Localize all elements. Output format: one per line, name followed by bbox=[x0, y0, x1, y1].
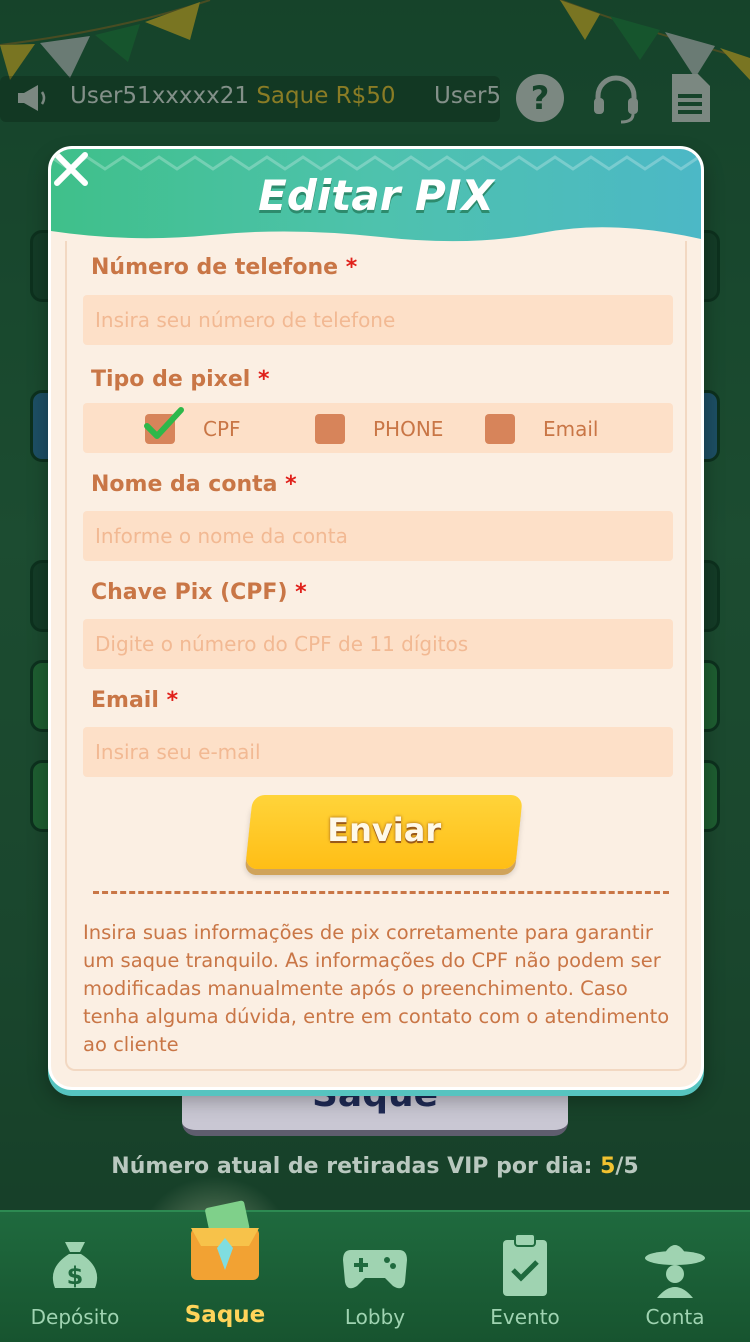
checkbox-email[interactable] bbox=[485, 414, 515, 444]
pixel-type-phone-option[interactable]: PHONE bbox=[315, 414, 444, 444]
account-name-input[interactable] bbox=[83, 511, 673, 561]
nav-item-evento[interactable]: Evento bbox=[450, 1212, 600, 1342]
pix-key-label: Chave Pix (CPF) * bbox=[91, 580, 307, 605]
vip-total: /5 bbox=[615, 1154, 639, 1179]
check-icon bbox=[144, 407, 184, 439]
email-input[interactable] bbox=[83, 727, 673, 777]
edit-pix-modal: Editar PIX Número de telefone * Tipo de … bbox=[48, 146, 704, 1090]
pixel-type-email-option[interactable]: Email bbox=[485, 414, 599, 444]
vip-current: 5 bbox=[600, 1154, 616, 1179]
nav-label: Lobby bbox=[344, 1305, 406, 1329]
nav-item-saque[interactable]: Saque bbox=[150, 1200, 300, 1342]
sombrero-icon bbox=[645, 1245, 705, 1298]
gamepad-icon bbox=[343, 1250, 407, 1289]
pix-key-label-text: Chave Pix (CPF) bbox=[91, 580, 288, 605]
nav-item-lobby[interactable]: Lobby bbox=[300, 1212, 450, 1342]
phone-label-text: Número de telefone bbox=[91, 255, 339, 280]
clipboard-check-icon bbox=[503, 1233, 547, 1296]
required-mark: * bbox=[295, 580, 307, 605]
checkbox-cpf[interactable] bbox=[144, 407, 184, 444]
vip-withdrawals-line: Número atual de retiradas VIP por dia: 5… bbox=[0, 1154, 750, 1179]
email-label: Email * bbox=[91, 688, 178, 713]
svg-text:$: $ bbox=[67, 1262, 84, 1290]
account-name-label-text: Nome da conta bbox=[91, 472, 278, 497]
pixel-type-options: CPF PHONE Email bbox=[83, 403, 673, 453]
submit-button-label: Enviar bbox=[327, 811, 442, 849]
required-mark: * bbox=[285, 472, 297, 497]
nav-label: Evento bbox=[490, 1305, 560, 1329]
option-label-phone: PHONE bbox=[373, 417, 444, 441]
required-mark: * bbox=[258, 367, 270, 392]
nav-label: Depósito bbox=[30, 1305, 120, 1329]
bottom-nav: $ Depósito Saque Lobby Evento Conta bbox=[0, 1200, 750, 1342]
nav-item-conta[interactable]: Conta bbox=[600, 1212, 750, 1342]
nav-item-deposito[interactable]: $ Depósito bbox=[0, 1212, 150, 1342]
required-mark: * bbox=[166, 688, 179, 713]
phone-label: Número de telefone * bbox=[91, 255, 357, 280]
option-label-email: Email bbox=[543, 417, 599, 441]
pix-key-input[interactable] bbox=[83, 619, 673, 669]
phone-input[interactable] bbox=[83, 295, 673, 345]
account-name-label: Nome da conta * bbox=[91, 472, 297, 497]
option-label-cpf: CPF bbox=[203, 417, 241, 441]
pixel-type-label-text: Tipo de pixel bbox=[91, 367, 251, 392]
required-mark: * bbox=[345, 255, 358, 280]
money-bag-icon: $ bbox=[52, 1242, 98, 1290]
email-label-text: Email bbox=[91, 688, 159, 713]
nav-label: Saque bbox=[184, 1302, 266, 1328]
submit-button[interactable]: Enviar bbox=[245, 795, 523, 869]
checkbox-phone[interactable] bbox=[315, 414, 345, 444]
modal-header: Editar PIX bbox=[51, 149, 701, 245]
close-icon[interactable] bbox=[51, 149, 91, 189]
nav-label: Conta bbox=[645, 1305, 705, 1329]
pix-info-note: Insira suas informações de pix corretame… bbox=[83, 921, 670, 1056]
wallet-icon bbox=[191, 1200, 259, 1280]
pixel-type-label: Tipo de pixel * bbox=[91, 367, 270, 392]
pixel-type-cpf-option[interactable]: CPF bbox=[144, 407, 241, 444]
divider bbox=[93, 891, 669, 894]
modal-title: Editar PIX bbox=[258, 171, 494, 220]
